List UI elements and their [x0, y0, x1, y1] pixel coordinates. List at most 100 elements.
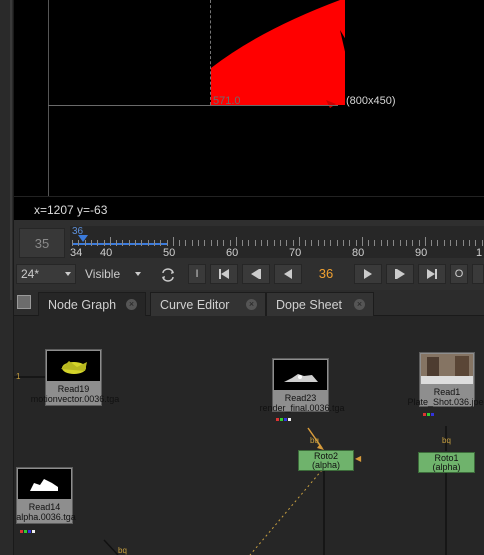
ruler-tick	[462, 240, 464, 246]
node-channel: (alpha)	[311, 460, 340, 470]
next-keyframe-button[interactable]	[386, 264, 414, 284]
tab-node-graph[interactable]: Node Graph ×	[38, 292, 146, 316]
ruler-tick	[317, 240, 319, 246]
pipe-label: bq	[118, 546, 127, 555]
ruler-tick	[342, 240, 344, 246]
timeline[interactable]: 35 36 34 40 50 60 70 80 90 1 24* Visible…	[14, 220, 484, 290]
ruler-tick	[418, 240, 420, 246]
read1-node[interactable]: Read1 Plate_Shot.036.jpeg	[407, 352, 484, 416]
close-icon[interactable]: ×	[246, 299, 257, 310]
ruler-label: 40	[100, 247, 113, 259]
node-file: motionvector.0036.tga	[30, 394, 120, 404]
ruler-tick	[223, 240, 225, 246]
pipe-label: bq	[310, 436, 319, 445]
viewer-coord-label: 571.0	[213, 95, 241, 107]
red-matte-shape	[211, 0, 346, 108]
ruler-tick	[135, 240, 136, 246]
ruler-tick	[387, 240, 388, 246]
current-frame-field[interactable]: 36	[306, 264, 346, 284]
loop-mode-button[interactable]	[156, 264, 180, 284]
node-name: Read1	[433, 387, 461, 397]
roto2-node[interactable]: Roto2 (alpha)	[298, 450, 354, 471]
node-name: Read23	[284, 393, 317, 403]
in-point-button[interactable]: I	[188, 264, 206, 284]
ruler-tick	[235, 237, 237, 246]
play-backward-button[interactable]	[274, 264, 302, 284]
frame-ruler[interactable]: 36 34 40 50 60 70 80 90 1	[70, 226, 484, 259]
more-controls-button[interactable]	[472, 264, 484, 284]
left-dock-bar	[0, 0, 14, 555]
playhead-frame-label: 36	[72, 226, 84, 237]
close-icon[interactable]: ×	[354, 299, 365, 310]
viewer-pixel-info: x=1207 y=-63	[14, 196, 484, 220]
ruler-tick	[229, 240, 231, 246]
ruler-tick	[191, 240, 193, 246]
ruler-tick	[116, 240, 118, 246]
ruler-label: 1	[476, 247, 483, 259]
roto1-node[interactable]: Roto1 (alpha)	[418, 452, 475, 473]
ruler-tick	[481, 240, 483, 246]
play-icon	[364, 269, 372, 279]
ruler-tick	[179, 240, 181, 246]
mask-input-arrow[interactable]: ◀	[355, 454, 361, 463]
ruler-tick	[153, 240, 155, 246]
ruler-label: 90	[415, 247, 428, 259]
panel-menu-icon[interactable]	[17, 295, 31, 309]
tab-curve-editor[interactable]: Curve Editor ×	[150, 292, 266, 316]
out-point-button[interactable]: O	[450, 264, 468, 284]
ruler-tick	[431, 240, 433, 246]
panel-tab-bar: Node Graph × Curve Editor × Dope Sheet ×	[14, 290, 484, 316]
goto-start-button[interactable]	[210, 264, 238, 284]
fps-dropdown[interactable]: 24*	[16, 264, 76, 284]
ruler-tick	[361, 237, 363, 246]
ruler-tick	[204, 240, 206, 246]
ruler-label: 70	[289, 247, 302, 259]
ruler-tick	[147, 240, 149, 246]
ruler-tick	[330, 240, 332, 246]
pipe-label: bq	[442, 436, 451, 445]
ruler-tick	[405, 240, 407, 246]
ruler-label: 60	[226, 247, 239, 259]
prev-keyframe-button[interactable]	[242, 264, 270, 284]
node-file: render_final.0036.tga	[259, 403, 345, 413]
pipe-label: 1	[16, 372, 21, 381]
ruler-tick	[368, 240, 370, 246]
ruler-tick	[380, 240, 382, 246]
viewer-bottom-edge	[48, 105, 338, 106]
ruler-tick	[122, 240, 124, 246]
node-graph-canvas[interactable]: 1 bq bq bq Read19 motionvector.0036.tga …	[14, 316, 484, 555]
tab-label: Curve Editor	[160, 298, 230, 312]
play-forward-button[interactable]	[354, 264, 382, 284]
viewer[interactable]: 571.0 (800x450)	[0, 0, 484, 196]
close-icon[interactable]: ×	[126, 299, 137, 310]
ruler-tick	[412, 240, 414, 246]
viewer-resolution-label: (800x450)	[346, 95, 396, 107]
visibility-dropdown[interactable]: Visible	[80, 264, 146, 284]
read19-thumbnail	[47, 351, 100, 381]
node-file: Plate_Shot.036.jpeg	[407, 397, 484, 407]
ruler-tick	[90, 240, 92, 246]
ruler-tick	[305, 240, 307, 246]
ruler-tick	[216, 240, 218, 246]
ruler-tick	[97, 240, 99, 246]
playback-controls: 24* Visible I 36 O	[14, 262, 484, 286]
read14-node[interactable]: Read14 alpha.0036.tga	[16, 467, 76, 533]
ruler-tick	[311, 240, 313, 246]
ruler-tick	[103, 240, 105, 246]
read23-node[interactable]: Read23 render_final.0036.tga	[259, 358, 345, 421]
read19-node[interactable]: Read19 motionvector.0036.tga	[31, 349, 119, 406]
ruler-tick	[198, 240, 199, 246]
goto-end-button[interactable]	[418, 264, 446, 284]
ruler-tick	[292, 240, 294, 246]
first-frame-field[interactable]: 35	[19, 228, 65, 258]
chevron-down-icon	[135, 272, 141, 276]
ruler-tick	[443, 240, 445, 246]
ruler-tick	[78, 240, 80, 246]
ruler-tick	[248, 240, 250, 246]
ruler-label: 34	[70, 247, 83, 259]
loop-icon	[162, 268, 174, 282]
ruler-tick	[128, 240, 130, 246]
ruler-tick	[475, 240, 477, 246]
tab-dope-sheet[interactable]: Dope Sheet ×	[266, 292, 374, 316]
ruler-tick	[160, 240, 162, 246]
